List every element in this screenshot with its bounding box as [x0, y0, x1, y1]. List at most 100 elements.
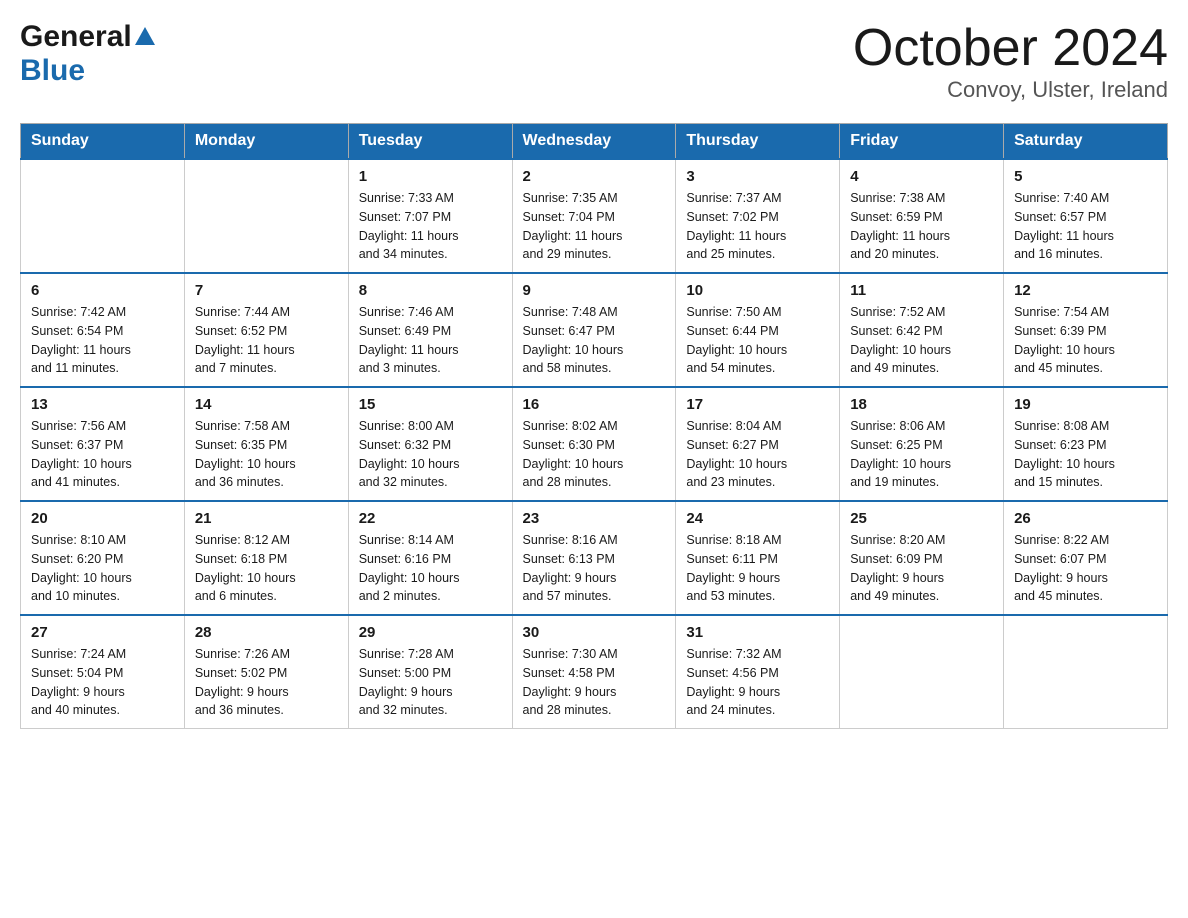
calendar-day-cell: 5 Sunrise: 7:40 AM Sunset: 6:57 PM Daylig…: [1004, 159, 1168, 273]
day-number: 31: [686, 624, 829, 641]
day-info: Sunrise: 7:50 AM Sunset: 6:44 PM Dayligh…: [686, 303, 829, 378]
calendar-day-cell: 7 Sunrise: 7:44 AM Sunset: 6:52 PM Daylig…: [184, 273, 348, 387]
day-info: Sunrise: 8:00 AM Sunset: 6:32 PM Dayligh…: [359, 417, 502, 492]
calendar-day-cell: [21, 159, 185, 273]
calendar-day-cell: 31 Sunrise: 7:32 AM Sunset: 4:56 PM Dayli…: [676, 615, 840, 729]
day-number: 15: [359, 396, 502, 413]
day-number: 20: [31, 510, 174, 527]
calendar-day-cell: 15 Sunrise: 8:00 AM Sunset: 6:32 PM Dayli…: [348, 387, 512, 501]
calendar-day-header: Friday: [840, 124, 1004, 160]
day-info: Sunrise: 7:28 AM Sunset: 5:00 PM Dayligh…: [359, 645, 502, 720]
day-info: Sunrise: 8:10 AM Sunset: 6:20 PM Dayligh…: [31, 531, 174, 606]
calendar-day-header: Tuesday: [348, 124, 512, 160]
day-info: Sunrise: 7:48 AM Sunset: 6:47 PM Dayligh…: [523, 303, 666, 378]
day-info: Sunrise: 7:56 AM Sunset: 6:37 PM Dayligh…: [31, 417, 174, 492]
day-info: Sunrise: 7:40 AM Sunset: 6:57 PM Dayligh…: [1014, 189, 1157, 264]
day-info: Sunrise: 8:06 AM Sunset: 6:25 PM Dayligh…: [850, 417, 993, 492]
day-number: 13: [31, 396, 174, 413]
calendar-day-cell: 21 Sunrise: 8:12 AM Sunset: 6:18 PM Dayli…: [184, 501, 348, 615]
page-title: October 2024: [853, 20, 1168, 77]
day-number: 3: [686, 168, 829, 185]
day-info: Sunrise: 7:46 AM Sunset: 6:49 PM Dayligh…: [359, 303, 502, 378]
day-number: 14: [195, 396, 338, 413]
day-number: 5: [1014, 168, 1157, 185]
calendar-day-cell: 26 Sunrise: 8:22 AM Sunset: 6:07 PM Dayli…: [1004, 501, 1168, 615]
day-number: 4: [850, 168, 993, 185]
calendar-day-cell: 23 Sunrise: 8:16 AM Sunset: 6:13 PM Dayli…: [512, 501, 676, 615]
calendar-day-cell: 1 Sunrise: 7:33 AM Sunset: 7:07 PM Daylig…: [348, 159, 512, 273]
calendar-day-cell: 16Sunrise: 8:02 AM Sunset: 6:30 PM Dayli…: [512, 387, 676, 501]
day-number: 27: [31, 624, 174, 641]
day-number: 1: [359, 168, 502, 185]
calendar-day-header: Wednesday: [512, 124, 676, 160]
day-number: 17: [686, 396, 829, 413]
calendar-day-cell: [184, 159, 348, 273]
calendar-week-row: 27 Sunrise: 7:24 AM Sunset: 5:04 PM Dayli…: [21, 615, 1168, 729]
day-number: 30: [523, 624, 666, 641]
calendar-header-row: SundayMondayTuesdayWednesdayThursdayFrid…: [21, 124, 1168, 160]
calendar-day-cell: 13 Sunrise: 7:56 AM Sunset: 6:37 PM Dayli…: [21, 387, 185, 501]
page-header: General Blue October 2024 Convoy, Ulster…: [20, 20, 1168, 103]
day-info: Sunrise: 7:35 AM Sunset: 7:04 PM Dayligh…: [523, 189, 666, 264]
day-info: Sunrise: 7:30 AM Sunset: 4:58 PM Dayligh…: [523, 645, 666, 720]
day-number: 8: [359, 282, 502, 299]
calendar-day-cell: [840, 615, 1004, 729]
calendar-week-row: 1 Sunrise: 7:33 AM Sunset: 7:07 PM Daylig…: [21, 159, 1168, 273]
day-info: Sunrise: 8:12 AM Sunset: 6:18 PM Dayligh…: [195, 531, 338, 606]
day-info: Sunrise: 8:08 AM Sunset: 6:23 PM Dayligh…: [1014, 417, 1157, 492]
day-info: Sunrise: 8:22 AM Sunset: 6:07 PM Dayligh…: [1014, 531, 1157, 606]
day-number: 10: [686, 282, 829, 299]
day-info: Sunrise: 7:52 AM Sunset: 6:42 PM Dayligh…: [850, 303, 993, 378]
day-number: 9: [523, 282, 666, 299]
logo-general-text: General: [20, 20, 132, 54]
day-info: Sunrise: 8:20 AM Sunset: 6:09 PM Dayligh…: [850, 531, 993, 606]
day-info: Sunrise: 7:44 AM Sunset: 6:52 PM Dayligh…: [195, 303, 338, 378]
day-info: Sunrise: 7:54 AM Sunset: 6:39 PM Dayligh…: [1014, 303, 1157, 378]
calendar-day-cell: 14 Sunrise: 7:58 AM Sunset: 6:35 PM Dayli…: [184, 387, 348, 501]
calendar-day-cell: 20 Sunrise: 8:10 AM Sunset: 6:20 PM Dayli…: [21, 501, 185, 615]
day-info: Sunrise: 8:16 AM Sunset: 6:13 PM Dayligh…: [523, 531, 666, 606]
day-info: Sunrise: 7:24 AM Sunset: 5:04 PM Dayligh…: [31, 645, 174, 720]
logo-triangle-icon: [135, 27, 155, 45]
day-number: 25: [850, 510, 993, 527]
calendar-day-cell: 27 Sunrise: 7:24 AM Sunset: 5:04 PM Dayli…: [21, 615, 185, 729]
day-info: Sunrise: 7:42 AM Sunset: 6:54 PM Dayligh…: [31, 303, 174, 378]
day-number: 12: [1014, 282, 1157, 299]
calendar-day-cell: 9 Sunrise: 7:48 AM Sunset: 6:47 PM Daylig…: [512, 273, 676, 387]
day-number: 28: [195, 624, 338, 641]
calendar-day-cell: 22Sunrise: 8:14 AM Sunset: 6:16 PM Dayli…: [348, 501, 512, 615]
calendar-day-header: Thursday: [676, 124, 840, 160]
calendar-week-row: 13 Sunrise: 7:56 AM Sunset: 6:37 PM Dayli…: [21, 387, 1168, 501]
calendar-table: SundayMondayTuesdayWednesdayThursdayFrid…: [20, 123, 1168, 729]
logo-blue-text: Blue: [20, 54, 85, 88]
day-number: 19: [1014, 396, 1157, 413]
calendar-week-row: 6 Sunrise: 7:42 AM Sunset: 6:54 PM Daylig…: [21, 273, 1168, 387]
day-number: 23: [523, 510, 666, 527]
day-info: Sunrise: 7:37 AM Sunset: 7:02 PM Dayligh…: [686, 189, 829, 264]
day-number: 2: [523, 168, 666, 185]
day-number: 7: [195, 282, 338, 299]
day-info: Sunrise: 7:38 AM Sunset: 6:59 PM Dayligh…: [850, 189, 993, 264]
day-info: Sunrise: 7:32 AM Sunset: 4:56 PM Dayligh…: [686, 645, 829, 720]
calendar-day-header: Monday: [184, 124, 348, 160]
calendar-day-cell: 25 Sunrise: 8:20 AM Sunset: 6:09 PM Dayli…: [840, 501, 1004, 615]
day-number: 24: [686, 510, 829, 527]
calendar-day-cell: 24Sunrise: 8:18 AM Sunset: 6:11 PM Dayli…: [676, 501, 840, 615]
calendar-day-cell: 10 Sunrise: 7:50 AM Sunset: 6:44 PM Dayli…: [676, 273, 840, 387]
day-info: Sunrise: 8:04 AM Sunset: 6:27 PM Dayligh…: [686, 417, 829, 492]
day-number: 26: [1014, 510, 1157, 527]
calendar-day-cell: 29 Sunrise: 7:28 AM Sunset: 5:00 PM Dayli…: [348, 615, 512, 729]
day-info: Sunrise: 7:33 AM Sunset: 7:07 PM Dayligh…: [359, 189, 502, 264]
day-info: Sunrise: 7:58 AM Sunset: 6:35 PM Dayligh…: [195, 417, 338, 492]
calendar-day-cell: [1004, 615, 1168, 729]
day-number: 11: [850, 282, 993, 299]
day-number: 29: [359, 624, 502, 641]
calendar-day-cell: 11 Sunrise: 7:52 AM Sunset: 6:42 PM Dayli…: [840, 273, 1004, 387]
day-number: 21: [195, 510, 338, 527]
logo: General Blue: [20, 20, 155, 88]
day-number: 6: [31, 282, 174, 299]
day-info: Sunrise: 8:02 AM Sunset: 6:30 PM Dayligh…: [523, 417, 666, 492]
calendar-day-cell: 3 Sunrise: 7:37 AM Sunset: 7:02 PM Daylig…: [676, 159, 840, 273]
calendar-day-cell: 2 Sunrise: 7:35 AM Sunset: 7:04 PM Daylig…: [512, 159, 676, 273]
calendar-day-cell: 18Sunrise: 8:06 AM Sunset: 6:25 PM Dayli…: [840, 387, 1004, 501]
